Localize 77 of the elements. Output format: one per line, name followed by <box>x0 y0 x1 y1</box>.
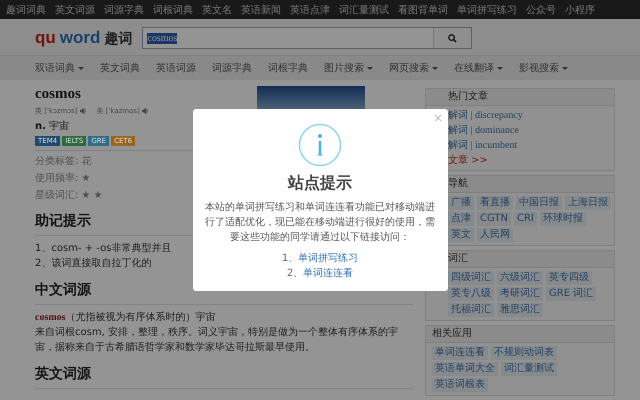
top-nav-link[interactable]: 趣词词典 <box>6 2 46 16</box>
caret-icon <box>78 66 84 70</box>
tag-link[interactable]: GRE 词汇 <box>546 287 596 301</box>
tag-link[interactable]: 看直播 <box>477 196 513 210</box>
tag-link[interactable]: 考研词汇 <box>497 287 543 301</box>
top-nav-link[interactable]: 英文词源 <box>55 2 95 16</box>
tag-link[interactable]: 人民网 <box>477 228 513 242</box>
section-heading: 英文词源 <box>35 355 413 389</box>
tag-link[interactable]: 英语单词大全 <box>432 362 498 376</box>
top-nav-link[interactable]: 公众号 <box>526 2 556 16</box>
meta-value: 花 <box>81 154 92 168</box>
top-nav-link[interactable]: 词根词典 <box>153 2 193 16</box>
headword: cosmos <box>35 86 82 103</box>
tag-link[interactable]: 词汇量测试 <box>501 362 557 376</box>
tag-link[interactable]: 中国日报 <box>516 196 562 210</box>
article-link[interactable]: 解词 | incumbent <box>448 139 611 152</box>
menu-item[interactable]: 双语词典 <box>35 61 84 75</box>
meta-label: 分类标签: <box>35 154 78 168</box>
top-nav-link[interactable]: 英文名 <box>202 2 232 16</box>
top-nav-link[interactable]: 看图背单词 <box>398 2 448 16</box>
dialog-link[interactable]: 单词拼写练习 <box>298 251 358 266</box>
top-nav-link[interactable]: 词源字典 <box>104 2 144 16</box>
more-articles-link[interactable]: 文章 >> <box>448 154 488 167</box>
caret-icon <box>432 66 438 70</box>
top-nav-link[interactable]: 小程序 <box>565 2 595 16</box>
tag-link[interactable]: CRI <box>514 212 537 226</box>
tag-link[interactable]: CGTN <box>477 212 511 226</box>
menu-item[interactable]: 影视搜索 <box>519 61 568 75</box>
info-icon <box>298 123 342 167</box>
speaker-icon[interactable] <box>142 108 149 114</box>
caret-icon <box>562 66 568 70</box>
menu-item[interactable]: 网页搜索 <box>389 61 438 75</box>
menu-item[interactable]: 词根字典 <box>268 61 308 75</box>
tag-link[interactable]: 英语词根表 <box>432 378 488 392</box>
menu-item[interactable]: 在线翻译 <box>454 61 503 75</box>
speaker-icon[interactable] <box>80 108 87 114</box>
meta-label: 星级词汇: <box>35 189 78 202</box>
meta-value: ★ ★ <box>81 190 102 200</box>
etymology-text: 来自词根cosm, 安排，整理，秩序。词义宇宙，特别是做为一个整体有序体系的宇宙，据称来自于古希腊语哲学家和数学家毕达哥拉斯最早使用。 <box>35 326 399 355</box>
tag-link[interactable]: 六级词汇 <box>497 271 543 285</box>
tag-link[interactable]: 环球时报 <box>540 212 586 226</box>
meta-label: 使用频率: <box>35 172 78 185</box>
tag-link[interactable]: 四级词汇 <box>448 271 494 285</box>
tag-link[interactable]: 不规则动词表 <box>491 346 557 360</box>
tag-link[interactable]: 雅思词汇 <box>497 303 543 317</box>
tag-link[interactable]: 英专八级 <box>448 287 494 301</box>
mnemonic-line: 2、该词直接取自拉丁化的 <box>35 256 152 271</box>
mnemonic-line: 1、cosm- + -os非常典型并且 <box>35 242 172 256</box>
tag-link[interactable]: 点津 <box>448 212 474 226</box>
list-number: 2、 <box>286 268 304 281</box>
meta-value: ★ <box>81 172 90 184</box>
top-nav-link[interactable]: 英语新闻 <box>241 2 281 16</box>
article-link[interactable]: 解词 | discrepancy <box>448 109 611 122</box>
top-nav-link[interactable]: 英语点津 <box>290 2 330 16</box>
tag-link[interactable]: 英文 <box>448 228 474 242</box>
close-button[interactable]: × <box>434 111 442 126</box>
menu-item[interactable]: 词源字典 <box>212 61 252 75</box>
top-nav-link[interactable]: 单词拼写练习 <box>457 2 517 16</box>
menu-item[interactable]: 英语词源 <box>156 61 196 75</box>
tag-link[interactable]: 托福词汇 <box>448 303 494 317</box>
tag-link[interactable]: 英专四级 <box>546 271 592 285</box>
tag-link[interactable]: 广播 <box>448 196 474 210</box>
tag-link[interactable]: 上海日报 <box>565 196 611 210</box>
top-nav-link[interactable]: 词汇量测试 <box>339 2 389 16</box>
tag-link[interactable]: 单词连连看 <box>432 346 488 360</box>
panel-heading: 相关应用 <box>426 326 614 343</box>
menu-item[interactable]: 图片搜索 <box>324 61 373 75</box>
etymology-gloss: cosmos（尤指被视为有序体系时的）宇宙 <box>35 310 216 325</box>
caret-icon <box>497 66 503 70</box>
caret-icon <box>367 66 373 70</box>
panel-heading: 热门文章 <box>426 89 614 106</box>
menu-item[interactable]: 英文词典 <box>100 61 140 75</box>
article-link[interactable]: 解词 | dominance <box>448 124 611 137</box>
dialog-title: 站点提示 <box>288 173 352 194</box>
definition: n. 宇宙 <box>35 120 70 133</box>
list-number: 1、 <box>282 253 298 266</box>
site-logo[interactable]: qu word 趣词 <box>35 28 132 48</box>
